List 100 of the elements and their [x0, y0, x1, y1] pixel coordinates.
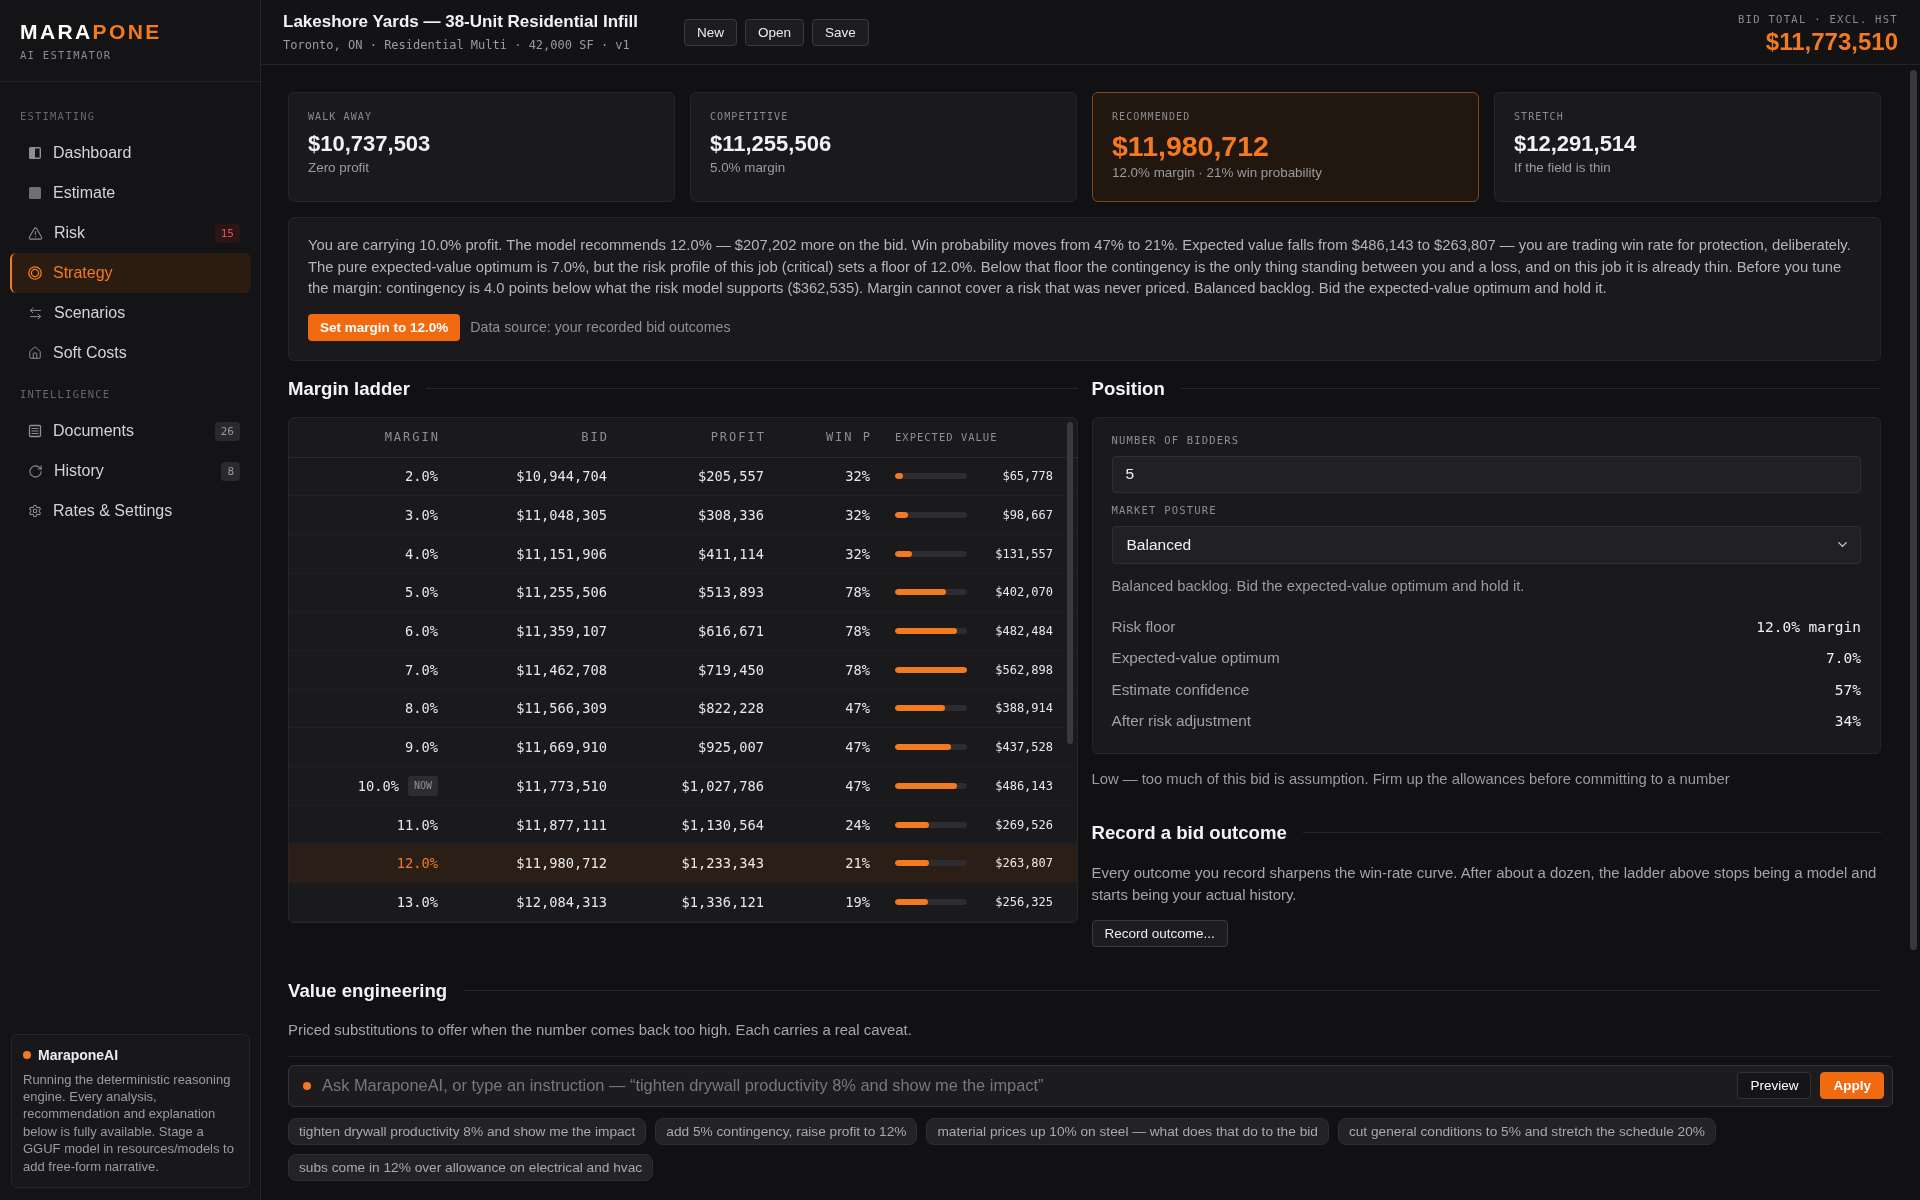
suggestion-chip[interactable]: add 5% contingency, raise profit to 12%	[655, 1117, 918, 1145]
swap-arrows-icon	[28, 305, 43, 321]
table-cell: $11,566,309	[516, 700, 607, 717]
toolbar-button[interactable]: Open	[744, 18, 804, 46]
preview-button[interactable]: Preview	[1737, 1072, 1812, 1100]
card-value: $12,291,514	[1514, 131, 1637, 157]
project-title: Lakeshore Yards — 38-Unit Residential Infill	[283, 12, 638, 32]
table-cell: 4.0%	[405, 545, 438, 562]
ladder-row[interactable]: 9.0% $11,669,910 $925,007 47% $437,528	[289, 728, 1077, 767]
table-cell: $411,114	[698, 545, 764, 562]
table-cell: $256,325	[995, 894, 1053, 909]
ladder-row[interactable]: 10.0% NOW $11,773,510 $1,027,786 47% $486,143	[289, 767, 1077, 806]
suggestion-chip[interactable]: material prices up 10% on steel — what does that do to the bid	[926, 1117, 1329, 1145]
section-title: Margin ladder	[288, 376, 410, 401]
table-cell: 47%	[845, 777, 870, 794]
recommendation-text: You are carrying 10.0% profit. The model recommends 12.0% — $207,202 more on the bid. Win probability moves from 47% to 21%. Expected value falls from $486,143 to $263,807 — you are trading win rate for protection, deliberately. The pure expected-value optimum is 7.0%, but the risk profile of this job (critical) sets a floor of 12.0%. Below that floor the contingency is the only thing standing between you and a loss, and on this job it is already thin. Before you tune the margin: contingency is 4.0 points below what the risk model supports ($362,535). Margin cannot cover a risk that was never priced. Balanced backlog. Bid the expected-value optimum and hold it.	[308, 236, 1852, 298]
column-header: WIN P	[825, 430, 872, 444]
document-lines-icon	[28, 424, 42, 438]
table-cell: 21%	[845, 855, 870, 872]
table-cell: 9.0%	[405, 739, 438, 756]
record-outcome-button[interactable]: Record outcome...	[1091, 919, 1228, 947]
nav-item[interactable]: Soft Costs	[10, 333, 251, 373]
nav-item[interactable]: Dashboard	[10, 133, 251, 173]
section-title: Value engineering	[288, 978, 448, 1003]
card-label: COMPETITIVE	[710, 110, 789, 123]
nav-item[interactable]: History 8	[10, 451, 251, 491]
column-header: BID	[581, 430, 609, 444]
project-meta: Toronto, ON · Residential Multi · 42,000 SF · v1	[283, 38, 631, 52]
suggestion-chip[interactable]: tighten drywall productivity 8% and show me the impact	[288, 1117, 647, 1145]
card-note: If the field is thin	[1514, 159, 1611, 176]
warning-icon	[28, 225, 43, 241]
posture-note: Balanced backlog. Bid the expected-value optimum and hold it.	[1111, 576, 1526, 595]
table-cell: $11,669,910	[516, 739, 607, 756]
house-icon	[28, 346, 42, 360]
nav-item[interactable]: Risk 15	[10, 213, 251, 253]
table-cell: $131,557	[995, 546, 1053, 561]
nav-item[interactable]: Estimate	[10, 173, 251, 213]
suggestion-chip[interactable]: cut general conditions to 5% and stretch the schedule 20%	[1337, 1117, 1716, 1145]
nav-item[interactable]: Strategy	[10, 253, 251, 293]
table-cell: $1,336,121	[681, 893, 764, 910]
table-cell: $11,980,712	[516, 855, 607, 872]
table-cell: 47%	[845, 739, 870, 756]
bidders-input[interactable]: 5	[1111, 455, 1861, 493]
nav-item[interactable]: Rates & Settings	[10, 491, 251, 531]
suggestion-chip[interactable]: subs come in 12% over allowance on electrical and hvac	[288, 1153, 654, 1181]
table-cell: 47%	[845, 700, 870, 717]
record-description: Every outcome you record sharpens the win-rate curve. After about a dozen, the ladder above stops being a model and starts being your actual history.	[1091, 863, 1878, 905]
toolbar-button[interactable]: Save	[811, 18, 869, 46]
table-cell: $925,007	[698, 739, 764, 756]
count-badge: 26	[214, 421, 240, 441]
command-input[interactable]: Ask MaraponeAI, or type an instruction — “tighten drywall productivity 8% and show me the impact”	[320, 1070, 1729, 1101]
bid-total-label: BID TOTAL · EXCL. HST	[1737, 13, 1898, 25]
table-cell: 5.0%	[405, 584, 438, 601]
field-label: NUMBER OF BIDDERS	[1111, 433, 1240, 447]
nav-section-label: INTELLIGENCE	[20, 388, 111, 401]
table-cell: 19%	[845, 893, 870, 910]
table-cell: 10.0%	[357, 777, 399, 794]
toolbar-button[interactable]: New	[683, 18, 737, 46]
table-cell: $11,877,111	[516, 816, 607, 833]
stat-value: 7.0%	[1826, 650, 1861, 667]
settings-icon	[28, 504, 42, 518]
scrollbar[interactable]	[1910, 70, 1917, 950]
assistant-title: MaraponeAI	[38, 1046, 119, 1063]
card-value: $10,737,503	[308, 131, 431, 157]
table-cell: $12,084,313	[516, 893, 607, 910]
column-header: MARGIN	[384, 430, 440, 444]
table-cell: $205,557	[698, 468, 764, 485]
table-cell: $486,143	[995, 778, 1053, 793]
ladder-row[interactable]: 12.0% $11,980,712 $1,233,343 21% $263,807	[289, 844, 1077, 884]
column-header: PROFIT	[710, 430, 766, 444]
card-note: 5.0% margin	[710, 159, 786, 176]
section-title: Position	[1091, 376, 1165, 401]
table-cell: 8.0%	[405, 700, 438, 717]
command-field[interactable]: Ask MaraponeAI, or type an instruction — “tighten drywall productivity 8% and show me the impact” Preview Apply	[288, 1064, 1893, 1107]
ladder-row[interactable]: 13.0% $12,084,313 $1,336,121 19% $256,325	[289, 883, 1077, 922]
table-cell: $437,528	[995, 740, 1053, 755]
table-cell: 7.0%	[405, 661, 438, 678]
count-badge: 8	[221, 461, 240, 481]
half-filled-square-icon	[28, 146, 42, 160]
status-dot-icon	[303, 1081, 311, 1090]
table-cell: 78%	[845, 661, 870, 678]
stat-value: 57%	[1834, 681, 1861, 698]
current-tag: NOW	[407, 775, 438, 796]
nav-item[interactable]: Scenarios	[10, 293, 251, 333]
table-cell: 32%	[845, 507, 870, 524]
table-cell: 78%	[845, 623, 870, 640]
card-value: $11,980,712	[1112, 130, 1269, 162]
field-label: MARKET POSTURE	[1111, 503, 1217, 517]
scrollbar[interactable]	[1066, 421, 1073, 744]
table-cell: $822,228	[698, 700, 764, 717]
card-note: 12.0% margin · 21% win probability	[1112, 164, 1322, 181]
table-cell: $269,526	[995, 817, 1053, 832]
table-cell: $11,462,708	[516, 661, 607, 678]
stat-label: Estimate confidence	[1111, 680, 1250, 699]
nav-item[interactable]: Documents 26	[10, 411, 251, 451]
table-cell: $263,807	[995, 856, 1053, 871]
posture-select[interactable]: Balanced	[1111, 525, 1861, 564]
table-cell: $616,671	[698, 623, 764, 640]
stat-value: 34%	[1834, 713, 1861, 730]
stat-label: After risk adjustment	[1111, 712, 1251, 731]
